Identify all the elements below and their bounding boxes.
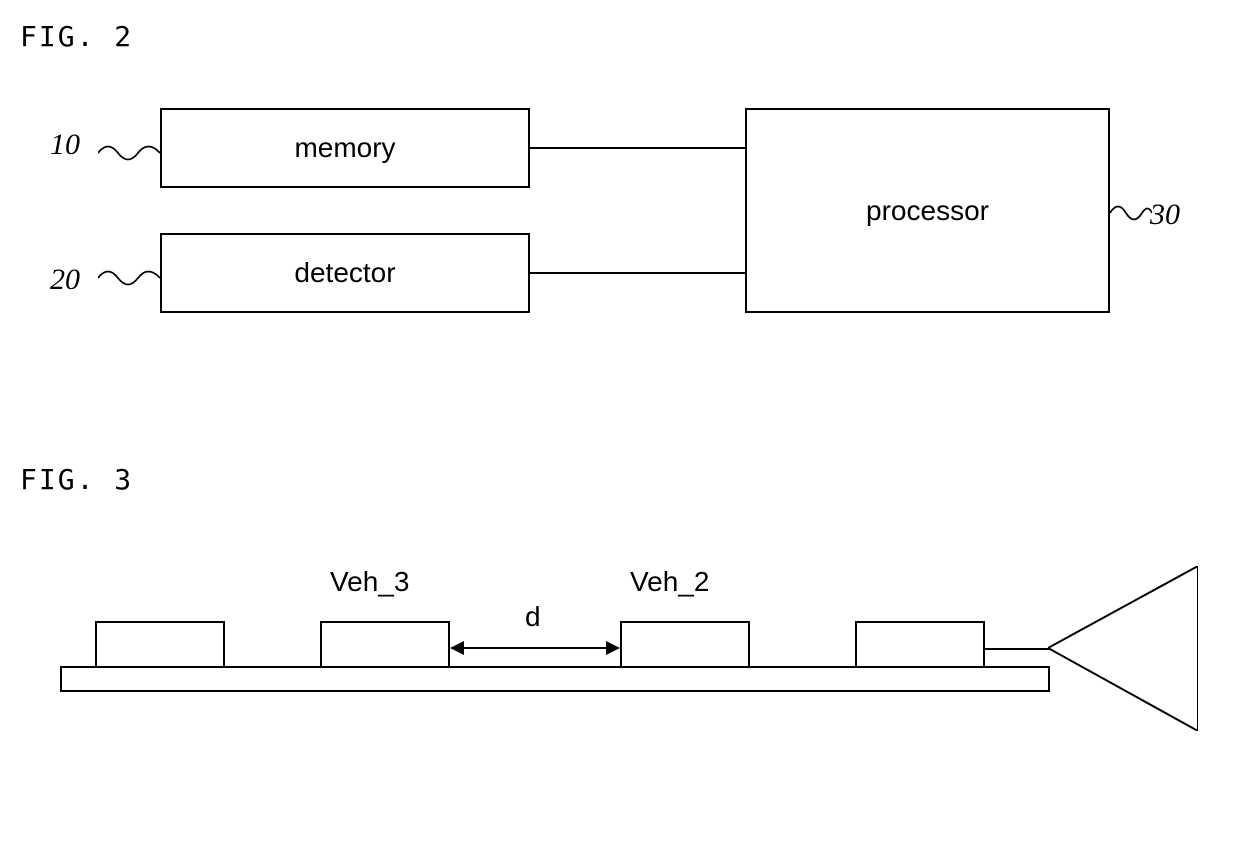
detector-box: detector xyxy=(160,233,530,313)
squiggle-10 xyxy=(98,143,160,163)
block-diagram: 10 memory 20 detector processor 30 xyxy=(20,83,1219,363)
figure-3: FIG. 3 Veh_3 Veh_2 d xyxy=(20,463,1219,726)
triangle-connector xyxy=(985,648,1050,650)
vehicle-diagram: Veh_3 Veh_2 d xyxy=(20,526,1170,726)
distance-label: d xyxy=(525,601,541,633)
label-veh3: Veh_3 xyxy=(330,566,409,598)
squiggle-30 xyxy=(1110,203,1152,223)
distance-arrow xyxy=(450,638,620,663)
figure-2: FIG. 2 10 memory 20 detector processor 3… xyxy=(20,20,1219,363)
memory-label: memory xyxy=(294,132,395,164)
ref-10: 10 xyxy=(50,128,80,162)
triangle-icon xyxy=(1048,566,1198,736)
processor-label: processor xyxy=(866,195,989,227)
label-veh2: Veh_2 xyxy=(630,566,709,598)
ref-30: 30 xyxy=(1150,198,1180,232)
fig3-title: FIG. 3 xyxy=(20,463,1219,496)
fig2-title: FIG. 2 xyxy=(20,20,1219,53)
line-detector-processor xyxy=(530,272,745,274)
squiggle-20 xyxy=(98,268,160,288)
road xyxy=(60,666,1050,692)
line-memory-processor xyxy=(530,147,745,149)
processor-box: processor xyxy=(745,108,1110,313)
detector-label: detector xyxy=(294,257,395,289)
ref-20: 20 xyxy=(50,263,80,297)
memory-box: memory xyxy=(160,108,530,188)
